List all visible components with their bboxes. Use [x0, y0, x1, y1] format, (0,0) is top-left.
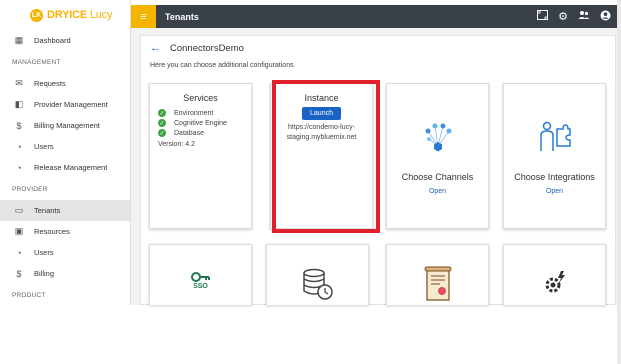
- users-icon: ◔: [16, 141, 22, 152]
- sidebar-item-label: Billing Management: [34, 121, 100, 130]
- check-circle-icon: ✓: [158, 129, 166, 137]
- gear-process-icon: [504, 269, 605, 297]
- sidebar-item-billing-management[interactable]: $ Billing Management: [0, 115, 130, 136]
- sso-icon: SSO: [150, 271, 251, 290]
- sidebar-item-label: Provider Management: [34, 100, 108, 109]
- list-item: ✓ Database: [158, 129, 204, 137]
- sidebar-item-resources[interactable]: ▣ Resources: [0, 221, 130, 242]
- hamburger-icon: ≡: [140, 10, 147, 23]
- gear-icon[interactable]: ⚙: [558, 10, 568, 23]
- dollar-icon: $: [16, 268, 22, 279]
- services-title: Services: [183, 93, 218, 103]
- page-header: ← ConnectorsDemo: [150, 42, 244, 54]
- scrollbar-track[interactable]: [617, 0, 621, 364]
- integrations-icon: [504, 102, 605, 172]
- section-provider: PROVIDER: [12, 185, 48, 193]
- instance-card: Instance Launch https://condemo-lucy- st…: [270, 83, 373, 229]
- sso-label: SSO: [193, 283, 208, 290]
- sidebar-item-tenants[interactable]: ▭ Tenants: [0, 200, 130, 221]
- clipboard-icon: ▭: [14, 205, 24, 215]
- services-list: ✓ Environment ✓ Cognitive Engine ✓ Datab…: [150, 108, 251, 138]
- sidebar-item-billing[interactable]: $ Billing: [0, 263, 130, 284]
- processing-card[interactable]: [503, 244, 606, 305]
- sidebar-item-label: Tenants: [34, 206, 61, 215]
- fullscreen-icon[interactable]: [537, 10, 549, 23]
- sidebar-item-release-management[interactable]: ◔ Release Management: [0, 157, 130, 178]
- menu-button[interactable]: ≡: [131, 5, 156, 28]
- dollar-icon: $: [16, 120, 22, 131]
- logo-mark: LK: [30, 8, 43, 22]
- dashboard-icon: ▦: [14, 35, 24, 45]
- sidebar-item-label: Requests: [34, 79, 66, 88]
- version-label: Version: 4.2: [158, 141, 195, 148]
- database-card[interactable]: [266, 244, 369, 305]
- list-item: ✓ Environment: [158, 109, 214, 117]
- sidebar-item-label: Dashboard: [34, 36, 71, 45]
- check-circle-icon: ✓: [158, 119, 166, 127]
- release-icon: ◔: [16, 162, 22, 173]
- launch-button[interactable]: Launch: [302, 107, 341, 120]
- certificate-card[interactable]: [386, 244, 489, 305]
- database-clock-icon: [267, 267, 368, 301]
- instance-url[interactable]: https://condemo-lucy- staging.mybluemix.…: [271, 123, 372, 143]
- integrations-card[interactable]: Choose Integrations Open: [503, 83, 606, 229]
- account-icon[interactable]: [600, 10, 611, 24]
- sidebar: LK DRYICE Lucy ▦ Dashboard MANAGEMENT ✉ …: [0, 0, 131, 305]
- sidebar-item-label: Users: [34, 248, 54, 257]
- sidebar-item-label: Users: [34, 142, 54, 151]
- services-card: Services ✓ Environment ✓ Cognitive Engin…: [149, 83, 252, 229]
- channels-title: Choose Channels: [401, 172, 474, 182]
- list-item: ✓ Cognitive Engine: [158, 119, 227, 127]
- check-circle-icon: ✓: [158, 109, 166, 117]
- page-subtitle: Here you can choose additional configura…: [150, 62, 294, 69]
- image-icon: ▣: [14, 226, 24, 236]
- users-icon: ◔: [16, 247, 22, 258]
- channels-card[interactable]: Choose Channels Open: [386, 83, 489, 229]
- window-icon: ◧: [14, 99, 24, 109]
- sidebar-item-label: Release Management: [34, 163, 108, 172]
- sidebar-item-provider-management[interactable]: ◧ Provider Management: [0, 94, 130, 115]
- sidebar-item-requests[interactable]: ✉ Requests: [0, 73, 130, 94]
- sidebar-item-dashboard[interactable]: ▦ Dashboard: [0, 30, 130, 51]
- app: LK DRYICE Lucy ▦ Dashboard MANAGEMENT ✉ …: [0, 0, 621, 305]
- topbar-title: Tenants: [165, 11, 199, 22]
- mail-icon: ✉: [15, 78, 23, 88]
- sidebar-item-users[interactable]: ◔ Users: [0, 136, 130, 157]
- back-arrow-icon[interactable]: ←: [150, 42, 161, 54]
- integrations-title: Choose Integrations: [514, 172, 595, 182]
- page-title: ConnectorsDemo: [170, 42, 244, 54]
- sso-card[interactable]: SSO: [149, 244, 252, 305]
- sidebar-item-provider-users[interactable]: ◔ Users: [0, 242, 130, 263]
- channels-icon: [387, 102, 488, 172]
- sidebar-item-label: Resources: [34, 227, 70, 236]
- section-management: MANAGEMENT: [12, 58, 61, 66]
- logo-text: DRYICE Lucy: [47, 9, 113, 21]
- integrations-open-link[interactable]: Open: [504, 188, 605, 195]
- users-group-icon[interactable]: [578, 10, 590, 23]
- topbar: ≡ Tenants ⚙: [131, 5, 617, 28]
- topbar-actions: ⚙: [537, 10, 617, 24]
- instance-title: Instance: [304, 93, 339, 103]
- sidebar-item-label: Billing: [34, 269, 55, 278]
- certificate-icon: [387, 266, 488, 302]
- section-product: PRODUCT: [12, 291, 46, 299]
- logo[interactable]: LK DRYICE Lucy: [0, 0, 130, 30]
- channels-open-link[interactable]: Open: [387, 188, 488, 195]
